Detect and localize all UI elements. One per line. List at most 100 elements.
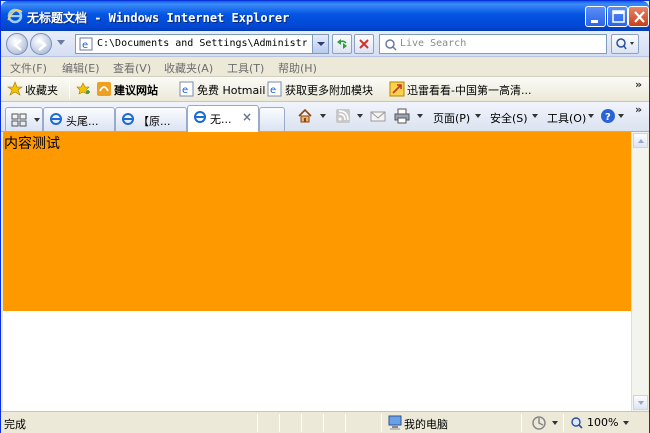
favbar-divider <box>69 81 70 99</box>
address-input[interactable]: e C:\Documents and Settings\Administrato… <box>75 34 329 54</box>
favorites-star-icon <box>7 81 23 96</box>
search-button[interactable] <box>611 34 639 54</box>
menu-file[interactable]: 文件(F) <box>10 60 47 76</box>
feeds-dropdown-icon[interactable] <box>357 114 363 118</box>
page-menu[interactable]: 页面(P) <box>433 110 470 126</box>
search-input[interactable]: Live Search <box>379 34 607 54</box>
zoom-dropdown-icon[interactable] <box>623 421 629 425</box>
xunlei-link[interactable]: 迅雷看看-中国第一高清... <box>407 82 531 98</box>
svg-text:e: e <box>82 40 88 51</box>
ie-page-icon: e <box>179 81 194 97</box>
addons-link[interactable]: 获取更多附加模块 <box>285 82 373 98</box>
tab-1-label: 头尾... <box>66 115 99 128</box>
status-divider <box>301 414 302 432</box>
content-text: 内容测试 <box>4 136 60 152</box>
print-dropdown-icon[interactable] <box>417 114 423 118</box>
maximize-button[interactable] <box>607 6 628 27</box>
menu-help[interactable]: 帮助(H) <box>278 60 317 76</box>
favorites-bar: 收藏夹 建议网站 e 免费 Hotmail e 获取更多附加模块 迅雷看看-中国… <box>1 77 649 169</box>
tab-2-label: 【原... <box>138 115 171 128</box>
page-content: 内容测试 <box>3 132 631 411</box>
address-dropdown-button[interactable] <box>312 35 328 53</box>
xunlei-icon <box>389 81 405 97</box>
tab-2[interactable]: 【原... <box>115 107 187 131</box>
favbar-overflow-icon[interactable]: » <box>635 78 642 91</box>
ie-logo-icon <box>7 8 23 24</box>
protected-mode-dropdown-icon[interactable] <box>552 421 558 425</box>
safety-menu[interactable]: 安全(S) <box>490 110 528 126</box>
search-placeholder: Live Search <box>400 38 467 49</box>
ie-tab-icon <box>122 113 134 125</box>
status-divider <box>521 414 522 432</box>
svg-text:e: e <box>270 85 276 96</box>
status-divider <box>323 414 324 432</box>
stop-icon <box>359 39 369 49</box>
home-icon[interactable] <box>297 108 313 124</box>
tools-menu[interactable]: 工具(O) <box>547 110 586 126</box>
ie-tab-icon <box>194 111 206 123</box>
security-zone-label: 我的电脑 <box>404 418 448 431</box>
forward-arrow-icon <box>38 39 47 51</box>
history-dropdown-icon[interactable] <box>57 40 65 45</box>
home-dropdown-icon[interactable] <box>320 114 326 118</box>
print-icon[interactable] <box>394 108 410 124</box>
forward-button[interactable] <box>30 33 52 55</box>
close-window-button[interactable] <box>628 6 649 27</box>
zoom-icon[interactable] <box>570 416 584 430</box>
status-divider <box>279 414 280 432</box>
command-overflow-icon[interactable]: » <box>635 103 642 116</box>
close-tab-icon[interactable]: × <box>242 110 252 124</box>
svg-text:e: e <box>182 85 188 96</box>
menu-favorites[interactable]: 收藏夹(A) <box>164 60 213 76</box>
menu-bar: 文件(F) 编辑(E) 查看(V) 收藏夹(A) 工具(T) 帮助(H) <box>1 58 649 77</box>
protected-mode-icon[interactable] <box>531 415 547 431</box>
refresh-button[interactable] <box>332 34 352 54</box>
orange-content-block: 内容测试 <box>3 132 631 311</box>
new-tab-button[interactable] <box>259 107 285 131</box>
address-toolbar: e C:\Documents and Settings\Administrato… <box>1 31 649 57</box>
tools-dropdown-icon[interactable] <box>588 114 594 118</box>
mail-icon[interactable] <box>370 108 386 124</box>
back-arrow-icon <box>13 39 22 51</box>
title-bar[interactable]: 无标题文档 - Windows Internet Explorer <box>1 1 649 31</box>
ie-tab-icon <box>50 113 62 125</box>
tab-list-dropdown-icon[interactable] <box>34 118 40 122</box>
status-bar: 完成 我的电脑 100% <box>1 411 649 433</box>
help-icon[interactable]: ? <box>600 108 616 124</box>
tab-1[interactable]: 头尾... <box>43 107 115 131</box>
hotmail-link[interactable]: 免费 Hotmail <box>197 82 265 98</box>
safety-dropdown-icon[interactable] <box>532 114 538 118</box>
vertical-scrollbar[interactable] <box>631 132 648 411</box>
page-dropdown-icon[interactable] <box>475 114 481 118</box>
search-icon <box>616 38 634 50</box>
help-dropdown-icon[interactable] <box>618 114 624 118</box>
back-button[interactable] <box>6 33 28 55</box>
tab-3-active[interactable]: 无... × <box>187 105 259 132</box>
favorites-button[interactable]: 收藏夹 <box>25 82 58 98</box>
zoom-level[interactable]: 100% <box>587 416 618 429</box>
maximize-icon <box>612 10 625 23</box>
scroll-up-button[interactable] <box>633 133 648 148</box>
svg-text:?: ? <box>605 112 611 123</box>
address-text: C:\Documents and Settings\Administrator. <box>97 38 307 49</box>
tab-3-label: 无... <box>210 113 232 126</box>
browser-window: 无标题文档 - Windows Internet Explorer e C:\D… <box>0 0 650 433</box>
suggested-sites-link[interactable]: 建议网站 <box>114 82 158 98</box>
page-icon: e <box>79 37 93 51</box>
refresh-icon <box>337 39 347 49</box>
status-divider <box>345 414 346 432</box>
minimize-button[interactable] <box>585 6 606 27</box>
menu-tools[interactable]: 工具(T) <box>227 60 264 76</box>
quick-tabs-button[interactable] <box>5 107 43 131</box>
feeds-icon[interactable] <box>335 108 351 124</box>
live-search-icon <box>385 39 397 51</box>
scroll-down-button[interactable] <box>633 395 648 410</box>
tab-bar: 头尾... 【原... 无... × 页面(P) 安全(S) 工具(O) ? » <box>1 102 649 132</box>
menu-edit[interactable]: 编辑(E) <box>62 60 100 76</box>
status-divider <box>257 414 258 432</box>
status-divider <box>381 414 382 432</box>
add-favorite-icon[interactable] <box>75 81 91 97</box>
close-icon <box>634 11 645 23</box>
menu-view[interactable]: 查看(V) <box>113 60 151 76</box>
stop-button[interactable] <box>354 34 374 54</box>
